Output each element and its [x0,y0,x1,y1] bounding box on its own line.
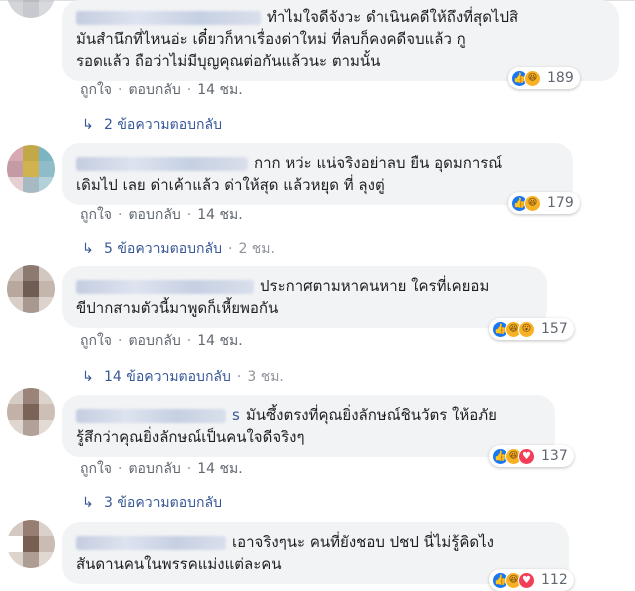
reaction-count: 157 [541,321,568,337]
comment-text-line: ทำไมใจดีจังวะ ดำเนินคดีให้ถึงที่สุดไปสิ [267,8,519,26]
reaction-count: 179 [547,195,574,211]
comment-actions: ถูกใจ · ตอบกลับ · 14 ชม. [80,79,243,101]
wow-icon: 😮 [518,320,535,338]
replies-count: 14 ข้อความตอบกลับ [104,369,231,385]
love-icon: ♥ [518,447,535,465]
comment-actions: ถูกใจ · ตอบกลับ · 14 ชม. [80,204,243,226]
comment-text-line: กาก หว่ะ แน่จริงอย่าลบ ยืน อุดมการณ์ [254,154,503,172]
avatar[interactable] [7,145,55,193]
comment-text-line: มันซึ้งตรงที่คุณยิ่งลักษณ์ชินวัตร ให้อภั… [245,406,497,424]
view-replies-link[interactable]: ↳ 5 ข้อความตอบกลับ · 2 ชม. [82,238,275,260]
separator-dot: · [236,369,242,385]
comment-actions: ถูกใจ · ตอบกลับ · 14 ชม. [80,330,243,352]
comment-text-line: ขีปากสามตัวนี้มาพูดก็เหี้ยพอกัน [76,299,279,317]
replies-count: 3 ข้อความตอบกลับ [104,495,222,511]
comment-text-line: เอาจริงๆนะ คนที่ยังชอบ ปชป นี่ไม่รู้คิดไ… [232,533,495,551]
author-name[interactable] [76,10,261,25]
replies-time: 2 ชม. [238,241,275,257]
reply-arrow-icon: ↳ [82,241,94,257]
replies-count: 5 ข้อความตอบกลับ [104,241,222,257]
author-name[interactable] [76,279,254,294]
replies-time: 3 ชม. [247,369,284,385]
like-button[interactable]: ถูกใจ [80,458,112,480]
comment-time[interactable]: 14 ชม. [197,79,242,101]
reply-button[interactable]: ตอบกลับ [128,458,180,480]
comment-text-line: รู้สึกว่าคุณยิ่งลักษณ์เป็นคนใจดีจริงๆ [76,428,305,446]
reactions-summary[interactable]: 👍 😆 ♥ 137 [489,445,574,467]
reaction-count: 189 [547,70,574,86]
view-replies-link[interactable]: ↳ 14 ข้อความตอบกลับ · 3 ชม. [82,366,284,388]
comment-text-line: เดิมไป เลย ด่าเค้าแล้ว ด่าให้สุด แล้วหยุ… [76,176,385,194]
avatar[interactable] [7,520,55,568]
avatar[interactable] [7,0,55,18]
comment-text-line: สันดานคนในพรรคแม่งแต่ละคน [76,555,282,573]
comment-bubble: กาก หว่ะ แน่จริงอย่าลบ ยืน อุดมการณ์ เดิ… [62,143,573,205]
separator-dot: · [227,241,233,257]
like-button[interactable]: ถูกใจ [80,204,112,226]
separator-dot: · [118,207,123,223]
avatar[interactable] [7,388,55,436]
reply-button[interactable]: ตอบกลับ [128,330,180,352]
comment-bubble: s มันซึ้งตรงที่คุณยิ่งลักษณ์ชินวัตร ให้อภ… [62,395,555,457]
comment-time[interactable]: 14 ชม. [197,204,242,226]
comment-text-line: ประกาศตามหาคนหาย ใครที่เคยอม [260,277,490,295]
reactions-summary[interactable]: 👍 😆 189 [508,67,580,89]
love-icon: ♥ [518,571,535,589]
replies-count: 2 ข้อความตอบกลับ [104,117,222,133]
haha-icon: 😆 [524,69,541,87]
comment-time[interactable]: 14 ชม. [197,458,242,480]
author-name[interactable] [76,156,248,171]
separator-dot: · [118,461,123,477]
reply-button[interactable]: ตอบกลับ [128,79,180,101]
reply-arrow-icon: ↳ [82,117,94,133]
view-replies-link[interactable]: ↳ 2 ข้อความตอบกลับ [82,114,222,136]
reaction-count: 137 [541,448,568,464]
separator-dot: · [118,333,123,349]
separator-dot: · [186,461,192,477]
avatar[interactable] [7,265,55,313]
view-replies-link[interactable]: ↳ 3 ข้อความตอบกลับ [82,492,222,514]
author-name[interactable] [76,535,226,550]
separator-dot: · [118,82,123,98]
comment-bubble: ประกาศตามหาคนหาย ใครที่เคยอม ขีปากสามตัว… [62,266,547,328]
comment-time[interactable]: 14 ชม. [197,330,242,352]
author-name[interactable] [76,408,226,423]
separator-dot: · [186,82,192,98]
reactions-summary[interactable]: 👍 😆 179 [508,192,580,214]
reactions-summary[interactable]: 👍 😆 ♥ 112 [489,569,574,591]
separator-dot: · [186,333,192,349]
reply-arrow-icon: ↳ [82,369,94,385]
reply-button[interactable]: ตอบกลับ [128,204,180,226]
reaction-count: 112 [541,572,568,588]
like-button[interactable]: ถูกใจ [80,330,112,352]
reactions-summary[interactable]: 👍 😆 😮 157 [489,318,574,340]
comment-text-line: มันสำนึกที่ไหนอ่ะ เดี๋ยวก็หาเรื่องด่าใหม… [76,30,466,48]
like-button[interactable]: ถูกใจ [80,79,112,101]
comment-actions: ถูกใจ · ตอบกลับ · 14 ชม. [80,458,243,480]
haha-icon: 😆 [524,194,541,212]
reply-arrow-icon: ↳ [82,495,94,511]
author-name-suffix[interactable]: s [232,406,240,424]
separator-dot: · [186,207,192,223]
